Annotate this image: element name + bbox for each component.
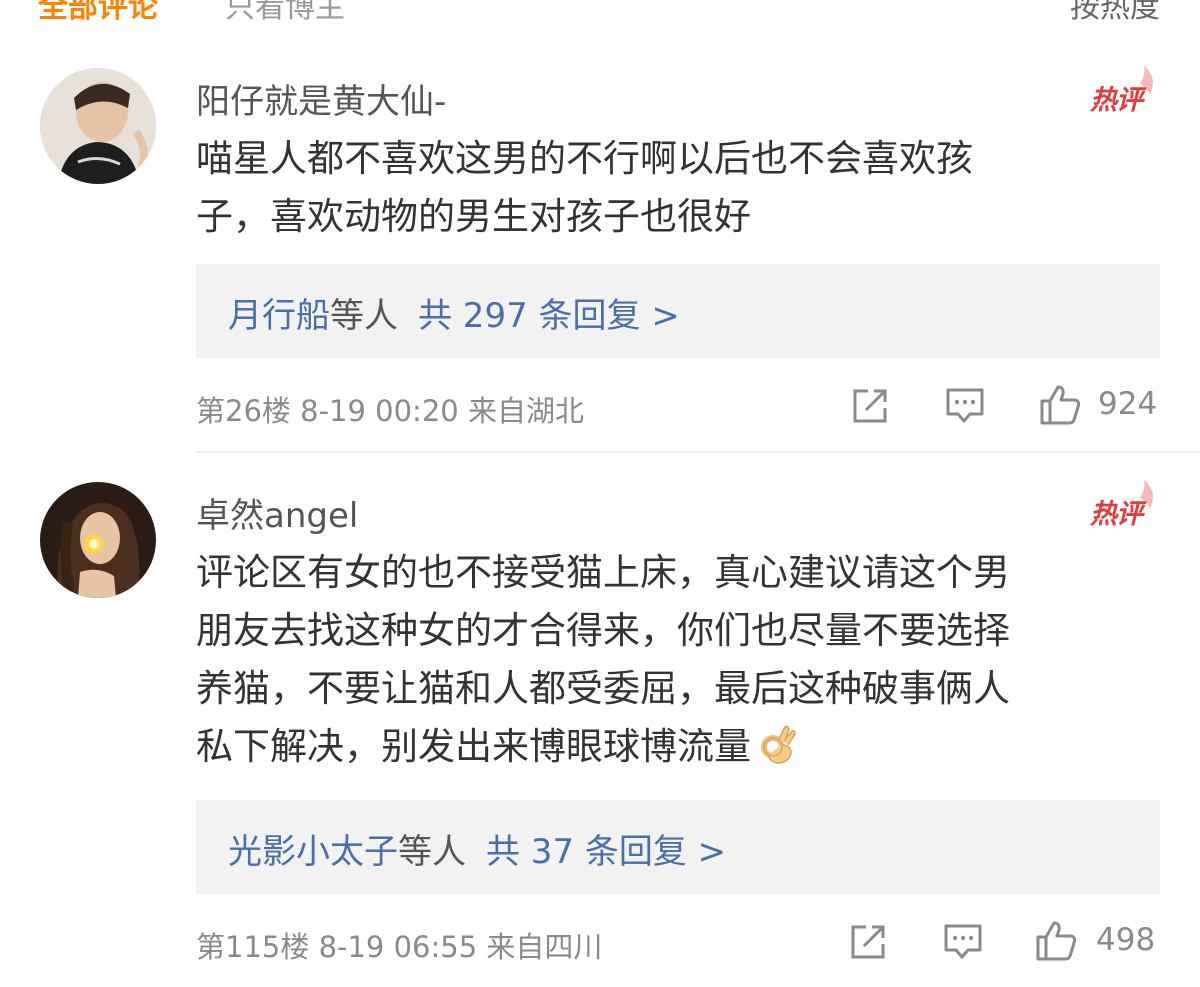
comment-text: 评论区有女的也不接受猫上床，真心建议请这个男 朋友去找这种女的才合得来，你们也尽…: [196, 544, 1156, 776]
like-count: 924: [1098, 386, 1158, 422]
hot-comment-badge: 热评: [1088, 478, 1160, 530]
comment-text-line: 子，喜欢动物的男生对孩子也很好: [196, 195, 751, 238]
reply-count-link[interactable]: 共 37 条回复 >: [486, 832, 726, 872]
comment-text-line: 朋友去找这种女的才合得来，你们也尽量不要选择: [196, 609, 1010, 652]
comment-text-line: 养猫，不要让猫和人都受委屈，最后这种破事俩人: [196, 667, 1010, 710]
reply-user-name[interactable]: 光影小太子: [228, 832, 398, 872]
like-icon[interactable]: [1034, 919, 1078, 963]
replies-preview[interactable]: 月行船等人共 297 条回复 >: [196, 264, 1160, 358]
hot-comment-badge: 热评: [1088, 64, 1160, 116]
comment-username[interactable]: 卓然angel: [196, 488, 358, 537]
comment-meta: 第26楼 8-19 00:20 来自湖北: [196, 394, 584, 428]
comment-username[interactable]: 阳仔就是黄大仙-: [196, 74, 446, 123]
comment-text-line: 喵星人都不喜欢这男的不行啊以后也不会喜欢孩: [196, 137, 973, 180]
hot-badge-label: 热评: [1090, 85, 1143, 116]
reply-count-link[interactable]: 共 297 条回复 >: [418, 296, 680, 336]
comment-text-line-content: 私下解决，别发出来博眼球博流量: [196, 725, 751, 768]
comment-icon[interactable]: [944, 386, 986, 426]
reply-others-label: 等人: [398, 832, 466, 872]
like-count: 498: [1096, 922, 1156, 958]
tab-all-comments[interactable]: 全部评论: [38, 0, 158, 26]
share-icon[interactable]: [850, 386, 890, 426]
comment-icon[interactable]: [942, 922, 984, 962]
hot-badge-label: 热评: [1090, 499, 1143, 530]
comment-text-line: 私下解决，别发出来博眼球博流量: [196, 718, 1156, 776]
reply-user-name[interactable]: 月行船: [228, 296, 330, 336]
comment-page: 全部评论 只看博主 按热度 阳仔就是黄大仙- 热评 喵星人都不喜欢这男的不行啊以…: [0, 0, 1200, 987]
comment-text-line: 评论区有女的也不接受猫上床，真心建议请这个男: [196, 551, 1010, 594]
share-icon[interactable]: [848, 922, 888, 962]
ok-hand-emoji-icon: [761, 725, 796, 764]
comment-text: 喵星人都不喜欢这男的不行啊以后也不会喜欢孩 子，喜欢动物的男生对孩子也很好: [196, 130, 1156, 246]
avatar[interactable]: [40, 482, 156, 598]
tab-blogger-only[interactable]: 只看博主: [225, 0, 345, 26]
replies-preview[interactable]: 光影小太子等人共 37 条回复 >: [196, 800, 1160, 894]
comment-meta: 第115楼 8-19 06:55 来自四川: [196, 930, 603, 964]
comment-filter-bar: 全部评论 只看博主 按热度: [0, 0, 1200, 25]
reply-others-label: 等人: [330, 296, 398, 336]
sort-by-hot-button[interactable]: 按热度: [1070, 0, 1160, 26]
avatar[interactable]: [40, 68, 156, 184]
like-icon[interactable]: [1038, 383, 1082, 427]
comment-divider: [196, 451, 1200, 453]
